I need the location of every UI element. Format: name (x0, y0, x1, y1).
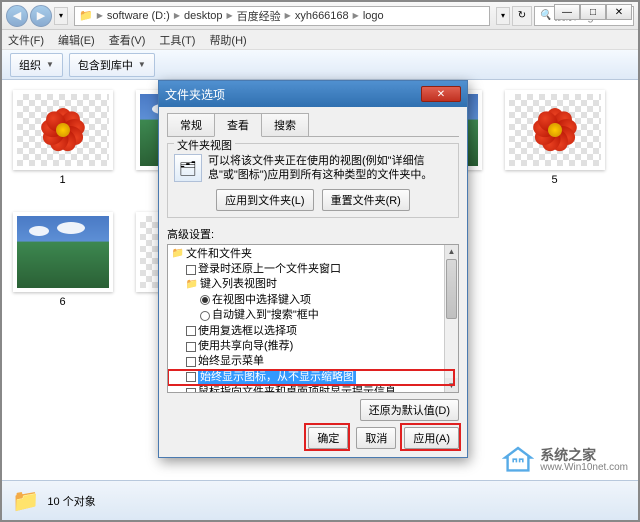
tree-item[interactable]: 📁键入列表视图时 (170, 277, 456, 292)
scrollbar-vertical[interactable]: ▲ ▼ (444, 245, 458, 392)
menu-tools[interactable]: 工具(T) (159, 32, 195, 48)
checkbox-icon[interactable] (186, 342, 196, 352)
dialog-close-button[interactable]: ✕ (421, 86, 461, 102)
scroll-thumb[interactable] (446, 259, 457, 319)
tree-item[interactable]: 使用共享向导(推荐) (170, 339, 456, 354)
thumbnail-item[interactable]: 5 (502, 90, 607, 186)
folder-icon: 📁 (79, 9, 93, 22)
menu-edit[interactable]: 编辑(E) (58, 32, 95, 48)
bc-item[interactable]: software (D:) (107, 10, 170, 22)
forward-button[interactable]: ▶ (30, 5, 52, 27)
checkbox-icon[interactable] (186, 372, 196, 382)
breadcrumb-dropdown[interactable]: ▾ (496, 7, 510, 25)
tab-general[interactable]: 常规 (167, 113, 215, 136)
tree-item-label: 键入列表视图时 (200, 277, 277, 292)
dialog-footer: 确定 取消 应用(A) (167, 427, 459, 449)
dialog-titlebar[interactable]: 文件夹选项 ✕ (159, 81, 467, 107)
tree-item[interactable]: 自动键入到"搜索"框中 (170, 308, 456, 323)
include-library-button[interactable]: 包含到库中▼ (69, 53, 155, 77)
tree-item-label: 使用共享向导(推荐) (198, 339, 293, 354)
tree-item-label: 始终显示菜单 (198, 354, 264, 369)
refresh-button[interactable]: ↻ (512, 6, 532, 26)
folder-icon: 📁 (186, 279, 198, 291)
tree-item[interactable]: 使用复选框以选择项 (170, 324, 456, 339)
folder-options-dialog: 文件夹选项 ✕ 常规 查看 搜索 文件夹视图 🗂 可以将该文件夹正在使用的视图(… (158, 80, 468, 458)
tree-item[interactable]: 始终显示图标，从不显示缩略图 (170, 370, 456, 385)
tree-item[interactable]: 始终显示菜单 (170, 354, 456, 369)
tree-item-label: 在视图中选择键入项 (212, 293, 311, 308)
bc-item[interactable]: logo (363, 10, 384, 22)
tree-item[interactable]: 📁文件和文件夹 (170, 247, 456, 262)
thumbnail-item[interactable]: 6 (10, 212, 115, 308)
tree-item-label: 使用复选框以选择项 (198, 324, 297, 339)
restore-defaults-button[interactable]: 还原为默认值(D) (360, 399, 459, 421)
organize-button[interactable]: 组织▼ (10, 53, 63, 77)
checkbox-icon[interactable] (186, 265, 196, 275)
apply-to-folders-button[interactable]: 应用到文件夹(L) (216, 189, 313, 211)
checkbox-icon[interactable] (186, 388, 196, 393)
tree-item-label: 文件和文件夹 (186, 247, 252, 262)
menu-view[interactable]: 查看(V) (109, 32, 146, 48)
tree-item-label: 始终显示图标，从不显示缩略图 (198, 370, 356, 385)
object-count: 10 个对象 (47, 493, 95, 509)
folder-icon: 📁 (172, 248, 184, 260)
bc-item[interactable]: desktop (184, 10, 223, 22)
radio-icon[interactable] (200, 311, 210, 321)
advanced-tree[interactable]: 📁文件和文件夹登录时还原上一个文件夹窗口📁键入列表视图时在视图中选择键入项自动键… (167, 244, 459, 393)
dialog-tabs: 常规 查看 搜索 (167, 113, 459, 137)
nav-bar: ◀ ▶ ▾ 📁 ▶ software (D:)▶ desktop▶ 百度经验▶ … (2, 2, 638, 30)
folder-view-fieldset: 文件夹视图 🗂 可以将该文件夹正在使用的视图(例如"详细信息"或"图标")应用到… (167, 143, 459, 218)
breadcrumb[interactable]: 📁 ▶ software (D:)▶ desktop▶ 百度经验▶ xyh666… (74, 6, 490, 26)
advanced-label: 高级设置: (167, 226, 459, 242)
tree-item-label: 自动键入到"搜索"框中 (212, 308, 319, 323)
dialog-title: 文件夹选项 (165, 86, 225, 103)
apply-button[interactable]: 应用(A) (404, 427, 459, 449)
checkbox-icon[interactable] (186, 326, 196, 336)
thumbnail-item[interactable]: 1 (10, 90, 115, 186)
reset-folders-button[interactable]: 重置文件夹(R) (322, 189, 410, 211)
minimize-button[interactable]: — (554, 4, 580, 20)
folder-view-icon: 🗂 (174, 154, 202, 182)
thumbnail-label: 6 (59, 296, 65, 308)
thumbnail-label: 1 (59, 174, 65, 186)
tree-item[interactable]: 登录时还原上一个文件夹窗口 (170, 262, 456, 277)
watermark-title: 系统之家 (540, 448, 628, 462)
thumbnail-label: 5 (551, 174, 557, 186)
checkbox-icon[interactable] (186, 357, 196, 367)
watermark-sub: www.Win10net.com (540, 462, 628, 473)
bc-item[interactable]: xyh666168 (295, 10, 349, 22)
back-button[interactable]: ◀ (6, 5, 28, 27)
menu-bar: 文件(F) 编辑(E) 查看(V) 工具(T) 帮助(H) (2, 30, 638, 50)
watermark: 系统之家 www.Win10net.com (502, 446, 628, 474)
fieldset-legend: 文件夹视图 (174, 137, 235, 153)
logo-icon (502, 446, 534, 474)
status-bar: 📁 10 个对象 (2, 480, 638, 520)
history-dropdown[interactable]: ▾ (54, 7, 68, 25)
ok-button[interactable]: 确定 (308, 427, 348, 449)
menu-file[interactable]: 文件(F) (8, 32, 44, 48)
tab-search[interactable]: 搜索 (261, 113, 309, 136)
scroll-down-arrow[interactable]: ▼ (445, 378, 458, 392)
toolbar: 组织▼ 包含到库中▼ (2, 50, 638, 80)
tree-item-label: 鼠标指向文件夹和桌面项时显示提示信息 (198, 385, 396, 393)
search-icon: 🔍 (539, 10, 551, 21)
window-controls: — □ ✕ (554, 4, 632, 20)
close-window-button[interactable]: ✕ (606, 4, 632, 20)
bc-item[interactable]: 百度经验 (237, 8, 281, 24)
tree-item[interactable]: 在视图中选择键入项 (170, 293, 456, 308)
tree-item[interactable]: 鼠标指向文件夹和桌面项时显示提示信息 (170, 385, 456, 393)
tab-view[interactable]: 查看 (214, 113, 262, 137)
menu-help[interactable]: 帮助(H) (209, 32, 246, 48)
cancel-button[interactable]: 取消 (356, 427, 396, 449)
maximize-button[interactable]: □ (580, 4, 606, 20)
fieldset-text: 可以将该文件夹正在使用的视图(例如"详细信息"或"图标")应用到所有这种类型的文… (208, 154, 452, 183)
folder-icon: 📁 (12, 488, 39, 514)
radio-icon[interactable] (200, 295, 210, 305)
scroll-up-arrow[interactable]: ▲ (445, 245, 458, 259)
tree-item-label: 登录时还原上一个文件夹窗口 (198, 262, 341, 277)
